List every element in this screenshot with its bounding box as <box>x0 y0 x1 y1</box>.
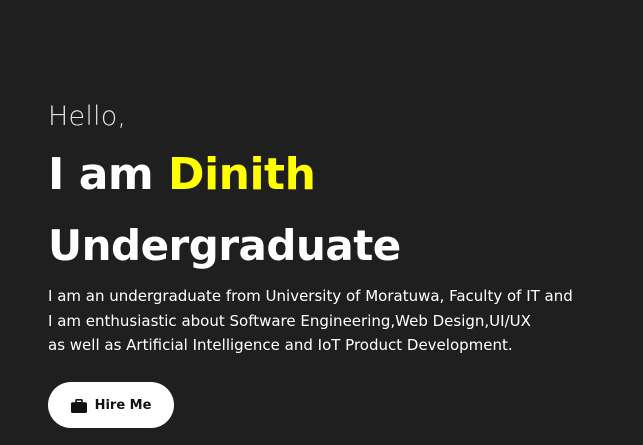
description-line: as well as Artificial Intelligence and I… <box>48 336 513 354</box>
description-line: I am enthusiastic about Software Enginee… <box>48 311 531 330</box>
hire-me-label: Hire Me <box>94 397 152 413</box>
greeting-text: Hello, <box>48 101 127 132</box>
headline-name: Dinith <box>168 149 316 200</box>
hero-description: I am an undergraduate from University of… <box>48 284 573 358</box>
headline: I am Dinith <box>48 146 316 204</box>
description-line: I am an undergraduate from University of… <box>48 287 573 305</box>
hire-me-button[interactable]: Hire Me <box>48 382 174 428</box>
headline-prefix: I am <box>48 149 169 200</box>
role-title: Undergraduate <box>48 221 401 270</box>
briefcase-icon <box>70 398 87 413</box>
